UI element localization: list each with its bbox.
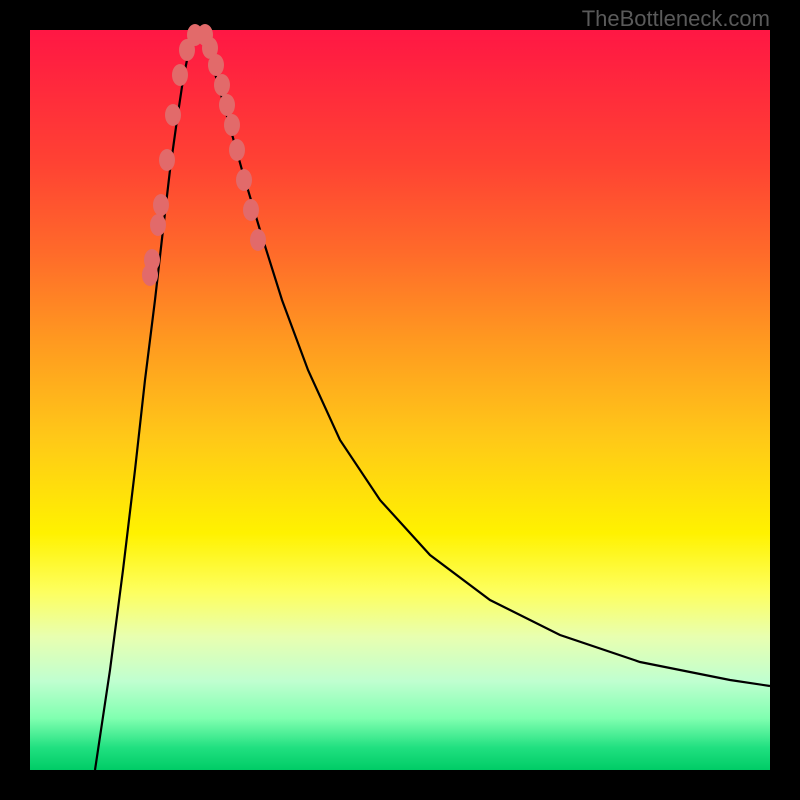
- data-marker: [229, 139, 245, 161]
- data-marker: [165, 104, 181, 126]
- data-marker: [172, 64, 188, 86]
- data-marker: [250, 229, 266, 251]
- data-marker: [243, 199, 259, 221]
- data-marker: [208, 54, 224, 76]
- data-marker: [159, 149, 175, 171]
- data-marker: [144, 249, 160, 271]
- data-marker: [224, 114, 240, 136]
- chart-frame: TheBottleneck.com: [0, 0, 800, 800]
- chart-svg: [30, 30, 770, 770]
- watermark-text: TheBottleneck.com: [582, 6, 770, 32]
- plot-area: [30, 30, 770, 770]
- data-marker: [214, 74, 230, 96]
- data-marker: [150, 214, 166, 236]
- data-marker: [236, 169, 252, 191]
- data-marker: [153, 194, 169, 216]
- data-marker: [219, 94, 235, 116]
- bottleneck-curve: [95, 32, 770, 770]
